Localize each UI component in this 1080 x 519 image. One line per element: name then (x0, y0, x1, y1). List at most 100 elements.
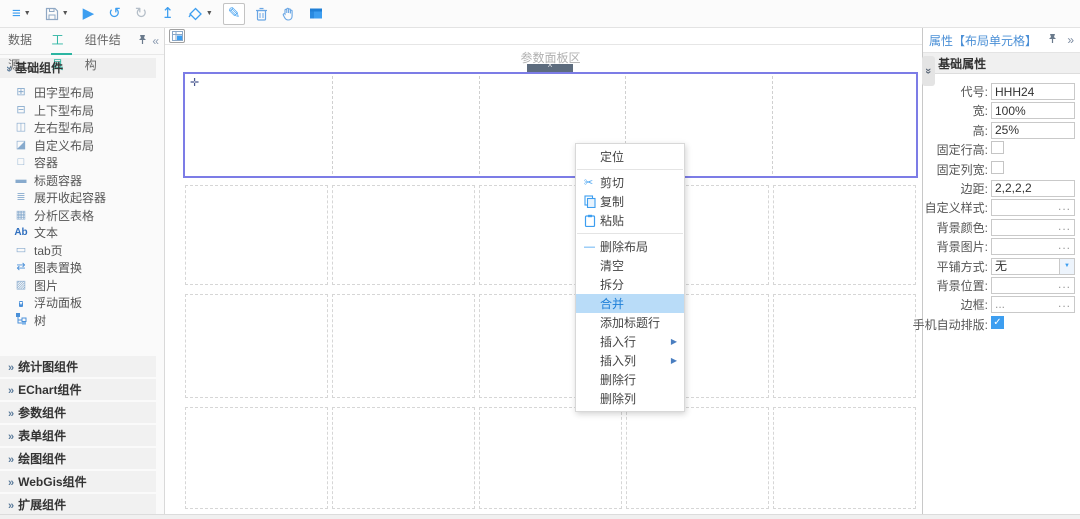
edit-button[interactable]: ✎ (223, 3, 246, 25)
menu-item-delete-layout[interactable]: —删除布局 (576, 237, 684, 256)
section-drawing-components[interactable]: »绘图组件 (0, 448, 156, 471)
tab-structure[interactable]: 组件结构 (85, 28, 126, 55)
publish-button[interactable]: ↥ (157, 3, 178, 25)
param-area-collapse-handle[interactable]: ^ (527, 64, 573, 72)
grid-cell[interactable] (332, 76, 474, 174)
menu-item-merge[interactable]: 合并 (576, 294, 684, 313)
bg-position-field[interactable]: ... (991, 277, 1075, 294)
sidebar-item-float-panel[interactable]: ▾浮动面板 (13, 294, 164, 312)
bg-image-browse-button[interactable]: ... (1058, 238, 1071, 253)
select-caret-icon[interactable]: ▼ (1059, 259, 1074, 274)
menu-item-delete-column[interactable]: 删除列 (576, 389, 684, 408)
border-field[interactable]: ...... (991, 296, 1075, 313)
sidebar-item-text[interactable]: Ab文本 (13, 224, 164, 242)
sidebar-item-image[interactable]: ▨图片 (13, 277, 164, 295)
pin-icon[interactable] (1048, 33, 1057, 47)
dropdown-caret-icon[interactable]: ▼ (24, 10, 31, 17)
grid-cell[interactable] (773, 294, 916, 398)
panel-splitter[interactable]: » (922, 56, 935, 86)
redo-button[interactable]: ↻ (131, 3, 152, 25)
width-field[interactable] (991, 102, 1075, 119)
grid-cell[interactable] (479, 407, 622, 509)
section-form-components[interactable]: »表单组件 (0, 425, 156, 448)
sidebar-item-container[interactable]: □容器 (13, 154, 164, 172)
sidebar-item-left-right-layout[interactable]: ◫左右型布局 (13, 119, 164, 137)
height-field[interactable] (991, 122, 1075, 139)
fixed-row-height-checkbox[interactable] (991, 141, 1004, 154)
bg-color-field[interactable]: ... (991, 219, 1075, 236)
grid-cell[interactable] (772, 76, 914, 174)
custom-style-field[interactable]: ... (991, 199, 1075, 216)
pin-icon[interactable] (138, 34, 147, 48)
custom-style-browse-button[interactable]: ... (1058, 199, 1071, 214)
run-button[interactable]: ▶ (79, 3, 99, 25)
code-field[interactable] (991, 83, 1075, 100)
sidebar-item-custom-layout[interactable]: ◪自定义布局 (13, 137, 164, 155)
section-parameter-components[interactable]: »参数组件 (0, 402, 156, 425)
menu-item-cut[interactable]: ✂剪切 (576, 173, 684, 192)
delete-button[interactable] (251, 3, 272, 25)
panel-button[interactable] (305, 3, 327, 25)
sidebar-item-top-bottom-layout[interactable]: ⊟上下型布局 (13, 102, 164, 120)
section-basic-components[interactable]: »基础组件 (0, 58, 156, 78)
grid-cell[interactable] (185, 407, 328, 509)
sidebar-item-label: 展开收起容器 (34, 189, 106, 206)
grid-row-selected[interactable]: ✛ (183, 72, 918, 178)
grid-cell[interactable] (773, 185, 916, 285)
sidebar-item-tree[interactable]: 树 (13, 312, 164, 330)
section-basic-properties[interactable]: »基础属性 (923, 52, 1080, 74)
menu-item-insert-column[interactable]: 插入列▶ (576, 351, 684, 370)
margin-field[interactable] (991, 180, 1075, 197)
format-paint-button[interactable]: ▼ (184, 3, 217, 25)
menu-item-label: 删除布局 (600, 238, 648, 255)
grid-cell[interactable] (332, 294, 475, 398)
grid-cell[interactable] (185, 185, 328, 285)
bg-position-browse-button[interactable]: ... (1058, 277, 1071, 292)
undo-button[interactable]: ↺ (104, 3, 125, 25)
section-echart-components[interactable]: »EChart组件 (0, 379, 156, 402)
grid-cell[interactable] (332, 407, 475, 509)
tab-tools[interactable]: 工具 (51, 28, 71, 55)
section-stat-chart-components[interactable]: »统计图组件 (0, 356, 156, 379)
sidebar-item-title-container[interactable]: ▬标题容器 (13, 172, 164, 190)
report-tab[interactable] (169, 29, 185, 43)
grid-cell[interactable] (626, 407, 769, 509)
menu-item-paste[interactable]: 粘贴 (576, 211, 684, 230)
sidebar-item-collapse-container[interactable]: ≣展开收起容器 (13, 189, 164, 207)
tab-page-icon: ▭ (13, 244, 29, 257)
horizontal-scrollbar[interactable] (0, 514, 1080, 519)
property-row-bg-image: 背景图片:... (923, 238, 1080, 255)
menu-item-delete-row[interactable]: 删除行 (576, 370, 684, 389)
bg-color-browse-button[interactable]: ... (1058, 219, 1071, 234)
grid-cell[interactable] (332, 185, 475, 285)
border-browse-button[interactable]: ... (1058, 296, 1071, 311)
section-webgis-components[interactable]: »WebGis组件 (0, 471, 156, 494)
bg-image-field[interactable]: ... (991, 238, 1075, 255)
pan-button[interactable] (278, 3, 299, 25)
grid-cell[interactable] (185, 294, 328, 398)
fixed-col-width-checkbox[interactable] (991, 161, 1004, 174)
main-menu-button[interactable]: ≡▼ (8, 3, 35, 25)
menu-item-insert-row[interactable]: 插入行▶ (576, 332, 684, 351)
move-handle-icon[interactable]: ✛ (190, 78, 199, 89)
sidebar-item-chart-swap[interactable]: ⇄图表置换 (13, 259, 164, 277)
sidebar-item-tab-page[interactable]: ▭tab页 (13, 242, 164, 260)
mobile-auto-layout-checkbox[interactable]: ✓ (991, 316, 1004, 329)
grid-cell[interactable] (773, 407, 916, 509)
collapse-panel-icon[interactable]: » (1067, 33, 1074, 47)
dropdown-caret-icon[interactable]: ▼ (206, 10, 213, 17)
save-button[interactable]: ▼ (41, 3, 73, 25)
menu-item-split[interactable]: 拆分 (576, 275, 684, 294)
menu-item-clear[interactable]: 清空 (576, 256, 684, 275)
section-extension-components[interactable]: »扩展组件 (0, 494, 156, 514)
menu-item-position[interactable]: 定位 (576, 147, 684, 166)
menu-item-add-title-row[interactable]: 添加标题行 (576, 313, 684, 332)
tile-mode-select[interactable]: 无▼ (991, 258, 1075, 275)
sidebar-item-analysis-table[interactable]: ▦分析区表格 (13, 207, 164, 225)
dropdown-caret-icon[interactable]: ▼ (62, 10, 69, 17)
grid-cell[interactable] (187, 76, 328, 174)
tab-datasource[interactable]: 数据源 (8, 28, 38, 55)
menu-item-copy[interactable]: 复制 (576, 192, 684, 211)
collapse-panel-icon[interactable]: « (152, 34, 159, 48)
sidebar-item-grid-layout[interactable]: ⊞田字型布局 (13, 84, 164, 102)
